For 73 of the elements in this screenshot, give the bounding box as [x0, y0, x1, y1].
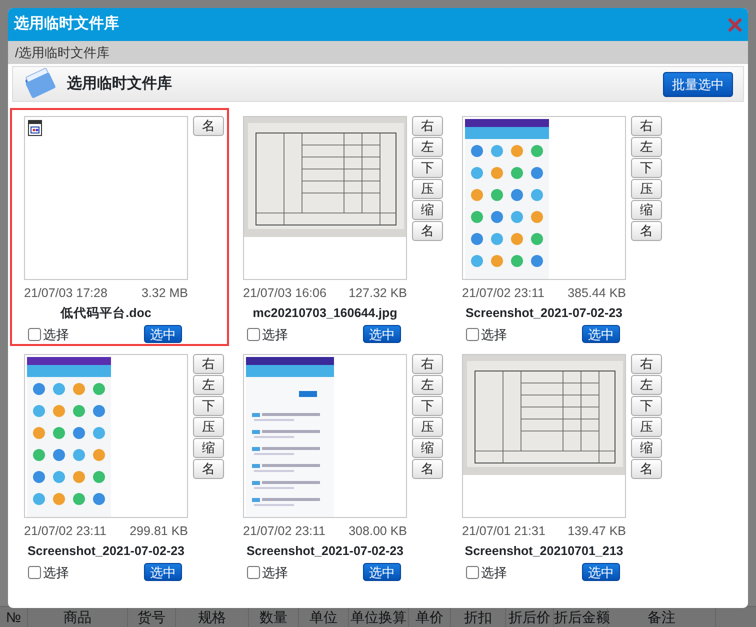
file-size: 308.00 KB — [348, 523, 407, 540]
action-button[interactable]: 压 — [631, 417, 662, 437]
action-button[interactable]: 左 — [412, 137, 443, 157]
action-button[interactable]: 右 — [412, 116, 443, 136]
file-name: Screenshot_2021-07-02-23 — [245, 542, 405, 560]
file-date: 21/07/02 23:11 — [462, 285, 544, 302]
action-button[interactable]: 缩 — [412, 438, 443, 458]
action-button[interactable]: 压 — [412, 417, 443, 437]
select-checkbox[interactable] — [28, 566, 41, 579]
choose-button[interactable]: 选中 — [144, 563, 182, 582]
file-size: 385.44 KB — [568, 285, 626, 302]
action-button[interactable]: 下 — [193, 396, 224, 416]
choose-button[interactable]: 选中 — [144, 325, 182, 344]
action-button[interactable]: 压 — [412, 179, 443, 199]
action-button[interactable]: 压 — [193, 417, 224, 437]
choose-button[interactable]: 选中 — [363, 563, 401, 582]
action-button[interactable]: 名 — [412, 221, 443, 241]
action-button[interactable]: 名 — [193, 116, 224, 136]
batch-select-button[interactable]: 批量选中 — [663, 72, 733, 96]
select-checkbox[interactable] — [466, 566, 479, 579]
action-button[interactable]: 右 — [631, 116, 662, 136]
file-date: 21/07/02 23:11 — [24, 523, 106, 540]
file-date: 21/07/02 23:11 — [243, 523, 326, 540]
action-button[interactable]: 缩 — [631, 438, 662, 458]
breadcrumb: /选用临时文件库 — [15, 44, 110, 62]
checkbox-label: 选择 — [481, 564, 507, 582]
file-size: 3.32 MB — [141, 285, 188, 302]
file-size: 299.81 KB — [130, 523, 188, 540]
action-button[interactable]: 下 — [631, 396, 662, 416]
action-button[interactable]: 右 — [193, 354, 224, 374]
choose-button[interactable]: 选中 — [582, 563, 620, 582]
file-name: Screenshot_20210701_213 — [464, 542, 624, 560]
action-button[interactable]: 左 — [631, 375, 662, 395]
choose-button[interactable]: 选中 — [363, 325, 401, 344]
file-date: 21/07/03 16:06 — [243, 285, 326, 302]
folder-icon — [23, 68, 57, 100]
action-button[interactable]: 名 — [631, 459, 662, 479]
checkbox-label: 选择 — [481, 326, 507, 344]
action-button[interactable]: 左 — [631, 137, 662, 157]
panel-heading: 选用临时文件库 — [67, 75, 173, 93]
document-icon — [28, 120, 42, 136]
action-button[interactable]: 名 — [631, 221, 662, 241]
file-name: mc20210703_160644.jpg — [252, 304, 398, 322]
checkbox-label: 选择 — [262, 564, 288, 582]
action-button[interactable]: 缩 — [193, 438, 224, 458]
file-name: 低代码平台.doc — [59, 304, 152, 322]
action-button[interactable]: 下 — [412, 158, 443, 178]
checkbox-label: 选择 — [43, 326, 69, 344]
dialog-title: 选用临时文件库 — [14, 14, 119, 34]
file-name: Screenshot_2021-07-02-23 — [26, 542, 186, 560]
file-size: 139.47 KB — [568, 523, 626, 540]
checkbox-label: 选择 — [43, 564, 69, 582]
select-checkbox[interactable] — [466, 328, 479, 341]
file-size: 127.32 KB — [348, 285, 407, 302]
select-checkbox[interactable] — [28, 328, 41, 341]
action-button[interactable]: 右 — [631, 354, 662, 374]
action-button[interactable]: 下 — [412, 396, 443, 416]
action-button[interactable]: 名 — [193, 459, 224, 479]
action-button[interactable]: 压 — [631, 179, 662, 199]
action-button[interactable]: 下 — [631, 158, 662, 178]
file-date: 21/07/03 17:28 — [24, 285, 108, 302]
action-button[interactable]: 名 — [412, 459, 443, 479]
action-button[interactable]: 左 — [193, 375, 224, 395]
file-name: Screenshot_2021-07-02-23 — [464, 304, 624, 322]
checkbox-label: 选择 — [262, 326, 288, 344]
action-button[interactable]: 右 — [412, 354, 443, 374]
action-button[interactable]: 缩 — [412, 200, 443, 220]
action-button[interactable]: 缩 — [631, 200, 662, 220]
choose-button[interactable]: 选中 — [582, 325, 620, 344]
select-checkbox[interactable] — [247, 328, 260, 341]
file-date: 21/07/01 21:31 — [462, 523, 546, 540]
select-checkbox[interactable] — [247, 566, 260, 579]
action-button[interactable]: 左 — [412, 375, 443, 395]
